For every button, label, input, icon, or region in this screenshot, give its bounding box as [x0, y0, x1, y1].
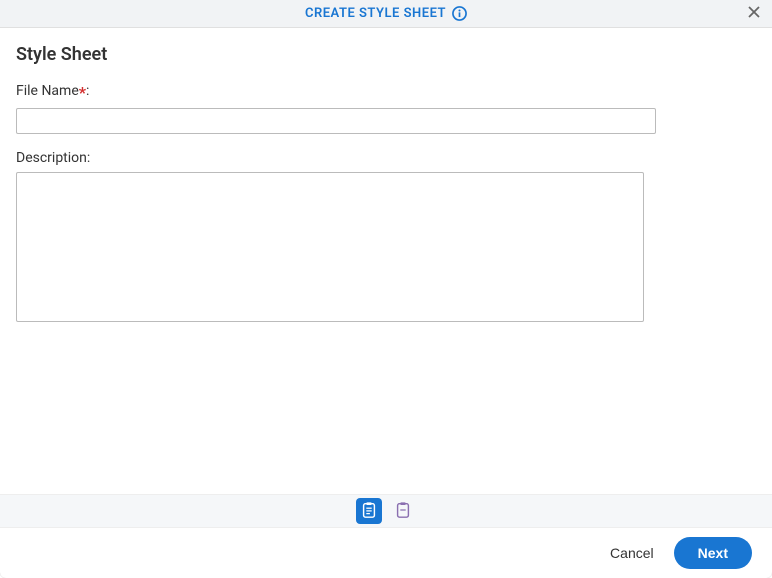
description-input[interactable]: [16, 172, 644, 322]
required-indicator: *: [79, 83, 86, 102]
cancel-button[interactable]: Cancel: [610, 545, 654, 561]
close-icon: [747, 3, 761, 24]
file-name-field-group: File Name*:: [16, 83, 756, 134]
modal-header: CREATE STYLE SHEET: [0, 0, 772, 28]
form-view-button[interactable]: [356, 498, 382, 524]
file-name-label: File Name: [16, 83, 79, 99]
close-button[interactable]: [744, 4, 764, 24]
clipboard-icon: [394, 501, 412, 522]
description-field-group: Description:: [16, 150, 756, 326]
clipboard-view-button[interactable]: [390, 498, 416, 524]
header-title-wrap: CREATE STYLE SHEET: [305, 6, 467, 21]
clipboard-list-icon: [360, 501, 378, 522]
modal-footer: Cancel Next: [0, 528, 772, 578]
modal-content: Style Sheet File Name*: Description:: [0, 28, 772, 494]
description-label-wrap: Description:: [16, 150, 756, 166]
description-label: Description: [16, 150, 87, 166]
file-name-input[interactable]: [16, 108, 656, 134]
file-name-label-wrap: File Name*:: [16, 83, 756, 102]
info-icon[interactable]: [452, 6, 467, 21]
modal-title: CREATE STYLE SHEET: [305, 6, 446, 21]
section-title: Style Sheet: [16, 44, 756, 65]
next-button[interactable]: Next: [674, 537, 752, 569]
toolbar: [0, 494, 772, 528]
